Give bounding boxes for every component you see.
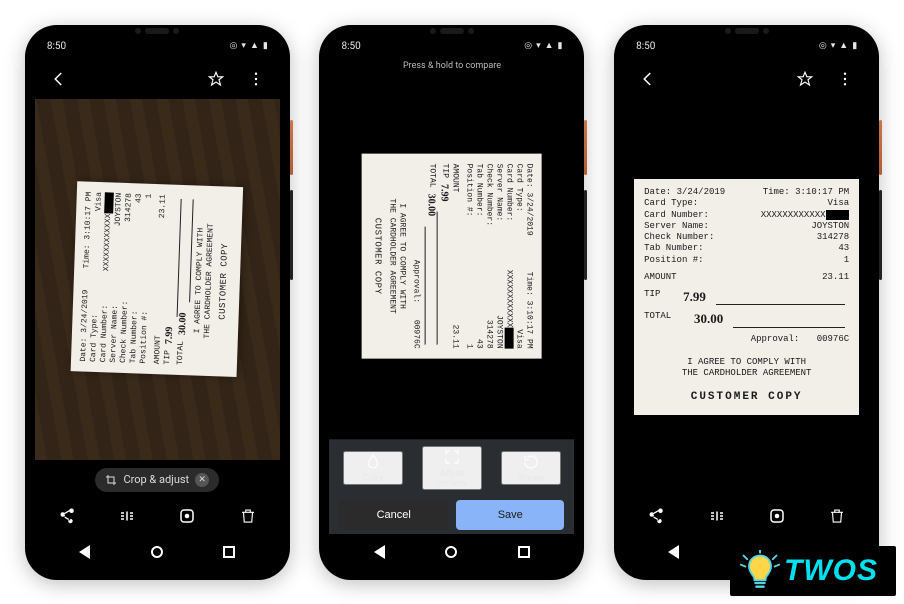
receipt-final: Date: 3/24/2019Time: 3:10:17 PM Card Typ… [634, 179, 859, 415]
status-icon: ◎ [230, 42, 238, 51]
status-icon: ◎ [524, 42, 532, 51]
status-clock: 8:50 [47, 41, 66, 52]
photo-viewport[interactable]: Date: 3/24/2019Time: 3:10:17 PM Card Typ… [35, 99, 280, 460]
brand-watermark: TWOS [730, 546, 896, 596]
app-header [624, 59, 869, 99]
lens-button[interactable] [761, 500, 793, 532]
battery-icon: ▮ [558, 42, 563, 51]
phone-frame-3: 8:50 ◎ ▾ ▲ ▮ [614, 25, 879, 580]
status-bar: 8:50 ◎ ▾ ▲ ▮ [624, 35, 869, 59]
back-button[interactable] [632, 63, 664, 95]
save-button[interactable]: Save [456, 500, 565, 530]
phone-notch [427, 28, 477, 34]
app-header [35, 59, 280, 99]
phone-notch [132, 28, 182, 34]
receipt-cropped: Date: 3/24/2019Time: 3:10:17 PM Card Typ… [362, 154, 542, 359]
phone-notch [722, 28, 772, 34]
wifi-icon: ▾ [241, 42, 246, 51]
nav-recent-button[interactable] [518, 546, 530, 558]
wifi-icon: ▾ [536, 42, 541, 51]
phone-screen-2: 8:50 ◎ ▾ ▲ ▮ Press & hold to compare Dat… [329, 35, 574, 570]
status-icon: ◎ [819, 42, 827, 51]
photo-viewport[interactable]: Date: 3/24/2019Time: 3:10:17 PM Card Typ… [624, 99, 869, 496]
crop-adjust-chip[interactable]: Crop & adjust ✕ [95, 468, 219, 492]
nav-back-button[interactable] [668, 545, 679, 559]
nav-recent-button[interactable] [223, 546, 235, 558]
press-hold-hint: Press & hold to compare [329, 59, 574, 75]
overflow-menu-button[interactable] [829, 63, 861, 95]
color-icon [364, 453, 382, 471]
color-tool[interactable]: Color [343, 451, 403, 485]
android-navbar [35, 534, 280, 570]
cancel-button[interactable]: Cancel [339, 500, 448, 530]
adjust-corners-icon [443, 448, 461, 466]
content-area: Date: 3/24/2019Time: 3:10:17 PM Card Typ… [35, 99, 280, 534]
phone-frame-1: 8:50 ◎ ▾ ▲ ▮ [25, 25, 290, 580]
share-button[interactable] [51, 500, 83, 532]
rotate-tool[interactable]: Rotate [501, 451, 561, 485]
share-button[interactable] [640, 500, 672, 532]
signal-icon: ▲ [250, 42, 259, 51]
status-clock: 8:50 [636, 41, 655, 52]
signal-icon: ▲ [545, 42, 554, 51]
overflow-menu-button[interactable] [240, 63, 272, 95]
nav-home-button[interactable] [445, 546, 457, 558]
phone-frame-2: 8:50 ◎ ▾ ▲ ▮ Press & hold to compare Dat… [319, 25, 584, 580]
receipt-photo-rotated: Date: 3/24/2019Time: 3:10:17 PM Card Typ… [71, 181, 244, 377]
back-button[interactable] [43, 63, 75, 95]
close-chip-icon[interactable]: ✕ [195, 473, 209, 487]
bottom-toolbar [624, 496, 869, 534]
status-clock: 8:50 [341, 41, 360, 52]
phone-screen-3: 8:50 ◎ ▾ ▲ ▮ [624, 35, 869, 570]
status-bar: 8:50 ◎ ▾ ▲ ▮ [329, 35, 574, 59]
phone-screen-1: 8:50 ◎ ▾ ▲ ▮ [35, 35, 280, 570]
delete-button[interactable] [821, 500, 853, 532]
adjust-corners-label: Adjust corners [424, 468, 480, 488]
content-area: Date: 3/24/2019Time: 3:10:17 PM Card Typ… [624, 99, 869, 534]
battery-icon: ▮ [263, 42, 268, 51]
nav-home-button[interactable] [151, 546, 163, 558]
content-area: Date: 3/24/2019Time: 3:10:17 PM Card Typ… [329, 75, 574, 534]
favorite-button[interactable] [789, 63, 821, 95]
nav-back-button[interactable] [374, 545, 385, 559]
nav-back-button[interactable] [79, 545, 90, 559]
status-bar: 8:50 ◎ ▾ ▲ ▮ [35, 35, 280, 59]
battery-icon: ▮ [852, 42, 857, 51]
crop-viewport[interactable]: Date: 3/24/2019Time: 3:10:17 PM Card Typ… [329, 75, 574, 439]
crop-icon [105, 474, 117, 486]
chip-label: Crop & adjust [123, 473, 189, 486]
signal-icon: ▲ [839, 42, 848, 51]
adjust-corners-tool[interactable]: Adjust corners [422, 446, 482, 490]
rotate-label: Rotate [518, 473, 545, 483]
brand-label: TWOS [784, 554, 878, 587]
three-phone-layout: 8:50 ◎ ▾ ▲ ▮ [0, 0, 904, 604]
android-navbar [329, 534, 574, 570]
delete-button[interactable] [232, 500, 264, 532]
lens-button[interactable] [171, 500, 203, 532]
lightbulb-icon [738, 550, 782, 594]
favorite-button[interactable] [200, 63, 232, 95]
photo-wood-background: Date: 3/24/2019Time: 3:10:17 PM Card Typ… [35, 99, 280, 460]
crop-tools-panel: Color Adjust corners Rotate Cancel [329, 439, 574, 534]
edit-button[interactable] [701, 500, 733, 532]
color-label: Color [362, 473, 384, 483]
rotate-icon [522, 453, 540, 471]
wifi-icon: ▾ [831, 42, 836, 51]
bottom-toolbar [35, 496, 280, 534]
edit-button[interactable] [111, 500, 143, 532]
